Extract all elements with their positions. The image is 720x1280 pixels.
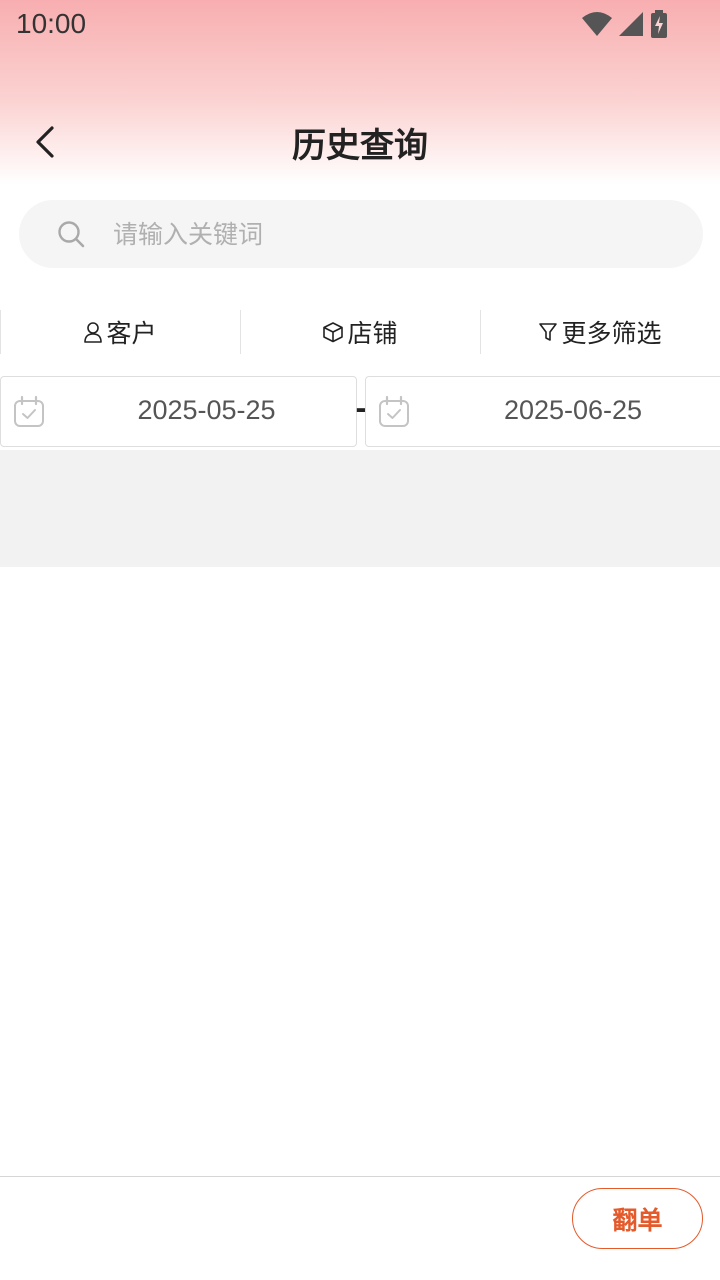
flip-order-button[interactable]: 翻单	[572, 1188, 703, 1249]
filter-tab-customer[interactable]: 客户	[0, 310, 240, 354]
end-date-picker[interactable]: 2025-06-25	[365, 376, 720, 447]
wifi-icon	[582, 12, 612, 36]
search-input[interactable]	[113, 212, 673, 256]
calendar-check-icon	[14, 395, 44, 427]
page-title: 历史查询	[292, 126, 428, 166]
filter-tab-store[interactable]: 店铺	[240, 310, 480, 354]
status-time: 10:00	[16, 8, 87, 39]
filter-tab-customer-label: 客户	[106, 319, 157, 348]
search-bar[interactable]	[19, 200, 703, 268]
status-bar: 10:00	[0, 0, 720, 50]
start-date-picker[interactable]: 2025-05-25	[0, 376, 357, 447]
calendar-check-icon	[379, 395, 409, 427]
end-date-value: 2025-06-25	[503, 395, 643, 425]
history-query-screen: 10:00 历史查询 请输入关键词 客户 店铺 更多筛选 2025-05-25 …	[0, 0, 720, 1280]
battery-charging-icon	[651, 10, 667, 38]
person-icon	[84, 322, 103, 343]
filter-tab-more-label: 更多筛选	[561, 319, 662, 348]
filter-tab-store-label: 店铺	[347, 319, 398, 348]
search-icon	[58, 221, 85, 248]
date-range: 2025-05-25 - 2025-06-25	[0, 376, 720, 448]
box-icon	[323, 322, 344, 343]
start-date-value: 2025-05-25	[137, 395, 276, 425]
filter-tabs: 客户 店铺 更多筛选	[0, 310, 720, 354]
filter-tab-more[interactable]: 更多筛选	[480, 310, 720, 354]
status-icons	[582, 10, 668, 38]
nav-bar: 历史查询	[0, 100, 720, 180]
results-header-area	[0, 450, 720, 567]
bottom-action-bar: 翻单	[0, 1176, 720, 1280]
cellular-signal-icon	[619, 12, 643, 36]
filter-funnel-icon	[539, 323, 558, 341]
